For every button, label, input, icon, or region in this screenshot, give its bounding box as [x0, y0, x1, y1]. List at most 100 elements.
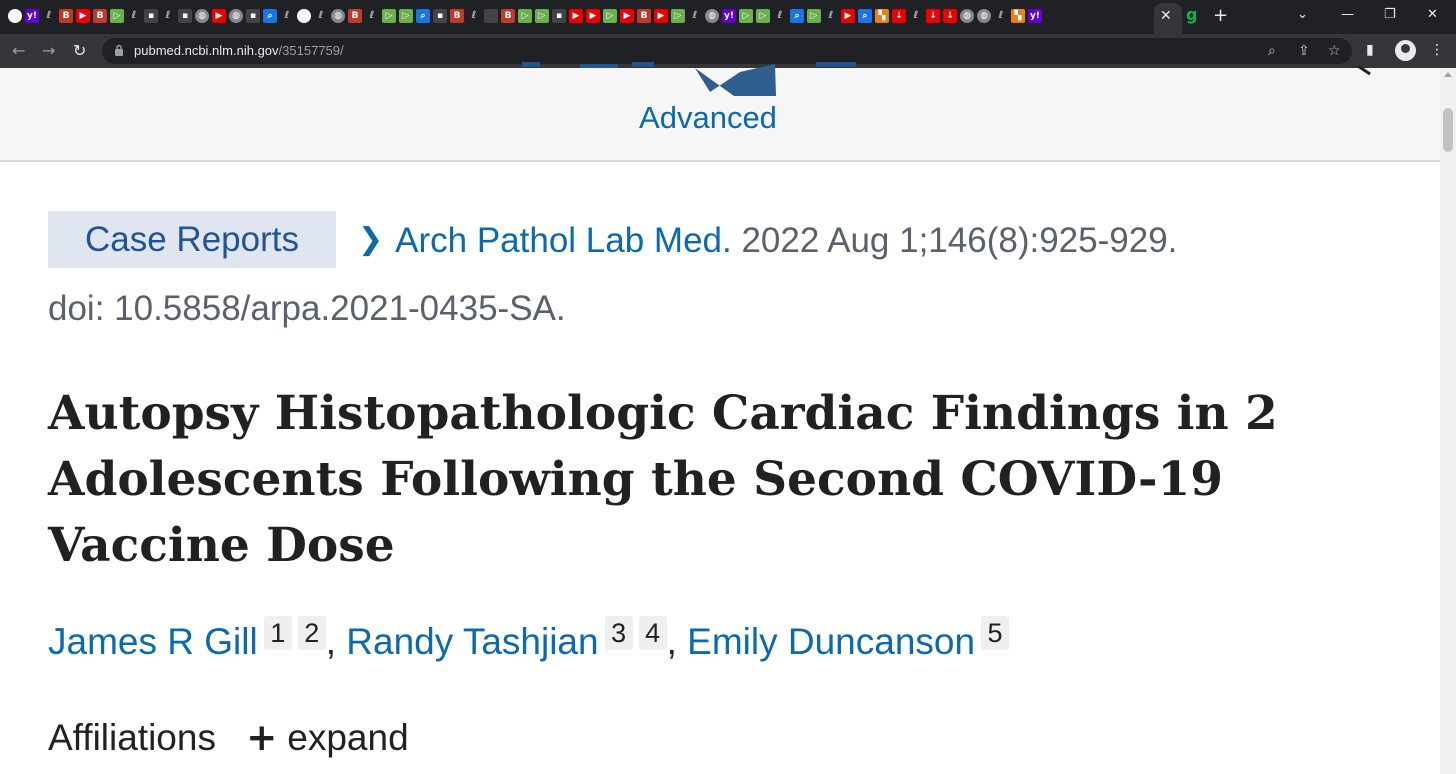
affiliation-ref[interactable]: 3 — [604, 616, 633, 650]
plus-icon: + — [246, 716, 278, 759]
close-window-icon[interactable]: ✕ — [1427, 7, 1438, 22]
affiliation-ref[interactable]: 1 — [263, 616, 292, 650]
k-favicon-icon[interactable] — [484, 9, 498, 23]
sq-favicon-icon[interactable]: ▪ — [552, 9, 566, 23]
youtube-favicon-icon[interactable]: ▶ — [586, 9, 600, 23]
globe-favicon-icon[interactable]: ◍ — [229, 9, 243, 23]
youtube-favicon-icon[interactable]: ▶ — [654, 9, 668, 23]
bookmark-favicon-icon[interactable]: ▚ — [1011, 9, 1025, 23]
ult-favicon-icon[interactable]: ℓ — [161, 9, 175, 23]
bi-favicon-icon[interactable]: B — [59, 9, 73, 23]
yahoo-favicon-icon[interactable]: y! — [25, 9, 39, 23]
globe-favicon-icon[interactable]: ◍ — [960, 9, 974, 23]
side-panel-icon[interactable]: ▮ — [1366, 42, 1374, 58]
sq-favicon-icon[interactable]: ▪ — [433, 9, 447, 23]
advanced-search-link[interactable]: Advanced — [0, 100, 1416, 136]
red-favicon-icon[interactable]: ↓ — [943, 9, 957, 23]
red-favicon-icon[interactable]: ↓ — [892, 9, 906, 23]
play-favicon-icon[interactable]: ▷ — [110, 9, 124, 23]
play-favicon-icon[interactable]: ▷ — [603, 9, 617, 23]
globe-favicon-icon[interactable]: ◍ — [195, 9, 209, 23]
globe-favicon-icon[interactable]: ◍ — [705, 9, 719, 23]
chrome-favicon-icon[interactable] — [8, 9, 22, 23]
play-favicon-icon[interactable]: ▷ — [399, 9, 413, 23]
pubmed-logo[interactable] — [520, 48, 880, 100]
forward-icon[interactable]: → — [42, 41, 55, 60]
author-link[interactable]: Randy Tashjian — [346, 621, 598, 662]
back-icon[interactable]: ← — [12, 41, 25, 60]
youtube-favicon-icon[interactable]: ▶ — [841, 9, 855, 23]
bi-favicon-icon[interactable]: B — [93, 9, 107, 23]
scrollbar-thumb[interactable] — [1443, 108, 1453, 152]
search-favicon-icon[interactable]: ⌕ — [263, 9, 277, 23]
search-favicon-icon[interactable]: ⌕ — [416, 9, 430, 23]
tab-favicons[interactable]: y! ℓ B ▶ B ▷ ℓ ▪ ℓ ▪ ◍ ▶ ◍ ▪ ⌕ ℓ Gℓ ◍ Bℓ ▷ ▷ ⌕ ▪ Bℓ B ▷ ▷ ▪ ▶ ▶ ▷ ▶ B ▶ ▷ ℓ… — [8, 7, 1042, 27]
ult-favicon-icon[interactable]: ℓ — [824, 9, 838, 23]
ult-favicon-icon[interactable]: ℓ — [467, 9, 481, 23]
ult-favicon-icon[interactable]: ℓ — [688, 9, 702, 23]
author-link[interactable]: James R Gill — [48, 621, 258, 662]
bi-favicon-icon[interactable]: B — [348, 9, 362, 23]
chevron-right-icon[interactable]: ❯ — [358, 222, 383, 257]
ult-favicon-icon[interactable]: ℓ — [42, 9, 56, 23]
affiliation-ref[interactable]: 5 — [981, 616, 1010, 650]
red-favicon-icon[interactable]: ↓ — [926, 9, 940, 23]
affiliation-ref[interactable]: 2 — [297, 616, 326, 650]
g-favicon-icon[interactable]: G — [297, 9, 311, 23]
sq-favicon-icon[interactable]: ▪ — [178, 9, 192, 23]
globe-favicon-icon[interactable]: ◍ — [977, 9, 991, 23]
vertical-scrollbar[interactable] — [1440, 68, 1456, 774]
bi-favicon-icon[interactable]: B — [501, 9, 515, 23]
grammarly-tab-icon[interactable]: g — [1186, 7, 1200, 23]
play-favicon-icon[interactable]: ▷ — [807, 9, 821, 23]
play-favicon-icon[interactable]: ▷ — [382, 9, 396, 23]
article-title: Autopsy Histopathologic Cardiac Findings… — [48, 386, 1278, 573]
youtube-favicon-icon[interactable]: ▶ — [76, 9, 90, 23]
profile-avatar[interactable] — [1395, 40, 1416, 61]
bi-favicon-icon[interactable]: B — [637, 9, 651, 23]
ult-favicon-icon[interactable]: ℓ — [280, 9, 294, 23]
journal-link[interactable]: Arch Pathol Lab Med. — [395, 221, 732, 260]
play-favicon-icon[interactable]: ▷ — [535, 9, 549, 23]
yahoo-favicon-icon[interactable]: y! — [1028, 9, 1042, 23]
reload-icon[interactable]: ↻ — [73, 41, 86, 60]
search-favicon-icon[interactable]: ⌕ — [790, 9, 804, 23]
bi-favicon-icon[interactable]: B — [450, 9, 464, 23]
ult-favicon-icon[interactable]: ℓ — [365, 9, 379, 23]
search-icon[interactable] — [1356, 66, 1378, 76]
sq-favicon-icon[interactable]: ▪ — [246, 9, 260, 23]
play-favicon-icon[interactable]: ▷ — [739, 9, 753, 23]
url-text[interactable]: pubmed.ncbi.nlm.nih.gov/35157759/ — [134, 43, 344, 58]
new-tab-button[interactable]: + — [1213, 5, 1228, 26]
zoom-icon[interactable]: ⌕ — [1268, 43, 1276, 59]
restore-icon[interactable]: ❐ — [1384, 7, 1396, 22]
author-link[interactable]: Emily Duncanson — [687, 621, 975, 662]
bookmark-favicon-icon[interactable]: ▚ — [875, 9, 889, 23]
menu-kebab-icon[interactable]: ⋮ — [1430, 42, 1444, 58]
minimize-icon[interactable]: — — [1341, 7, 1354, 22]
yahoo-favicon-icon[interactable]: y! — [722, 9, 736, 23]
youtube-favicon-icon[interactable]: ▶ — [212, 9, 226, 23]
ult-favicon-icon[interactable]: ℓ — [314, 9, 328, 23]
sq-favicon-icon[interactable]: ▪ — [144, 9, 158, 23]
play-favicon-icon[interactable]: ▷ — [671, 9, 685, 23]
youtube-favicon-icon[interactable]: ▶ — [569, 9, 583, 23]
close-tab-icon[interactable]: ✕ — [1160, 8, 1172, 24]
affiliations-expand-button[interactable]: + expand — [246, 716, 408, 759]
play-favicon-icon[interactable]: ▷ — [756, 9, 770, 23]
lock-icon — [115, 44, 123, 56]
ult-favicon-icon[interactable]: ℓ — [127, 9, 141, 23]
share-icon[interactable]: ⇪ — [1298, 43, 1310, 59]
citation-line: ❯ Arch Pathol Lab Med. 2022 Aug 1;146(8):… — [358, 221, 1177, 261]
tab-search-icon[interactable]: ⌄ — [1297, 7, 1308, 22]
ult-favicon-icon[interactable]: ℓ — [994, 9, 1008, 23]
play-favicon-icon[interactable]: ▷ — [518, 9, 532, 23]
search-favicon-icon[interactable]: ⌕ — [858, 9, 872, 23]
youtube-favicon-icon[interactable]: ▶ — [620, 9, 634, 23]
bookmark-star-icon[interactable]: ☆ — [1328, 43, 1341, 59]
affiliation-ref[interactable]: 4 — [638, 616, 667, 650]
globe-favicon-icon[interactable]: ◍ — [331, 9, 345, 23]
ult-favicon-icon[interactable]: ℓ — [909, 9, 923, 23]
scroll-up-arrow-icon[interactable] — [1444, 72, 1452, 77]
ult-favicon-icon[interactable]: ℓ — [773, 9, 787, 23]
